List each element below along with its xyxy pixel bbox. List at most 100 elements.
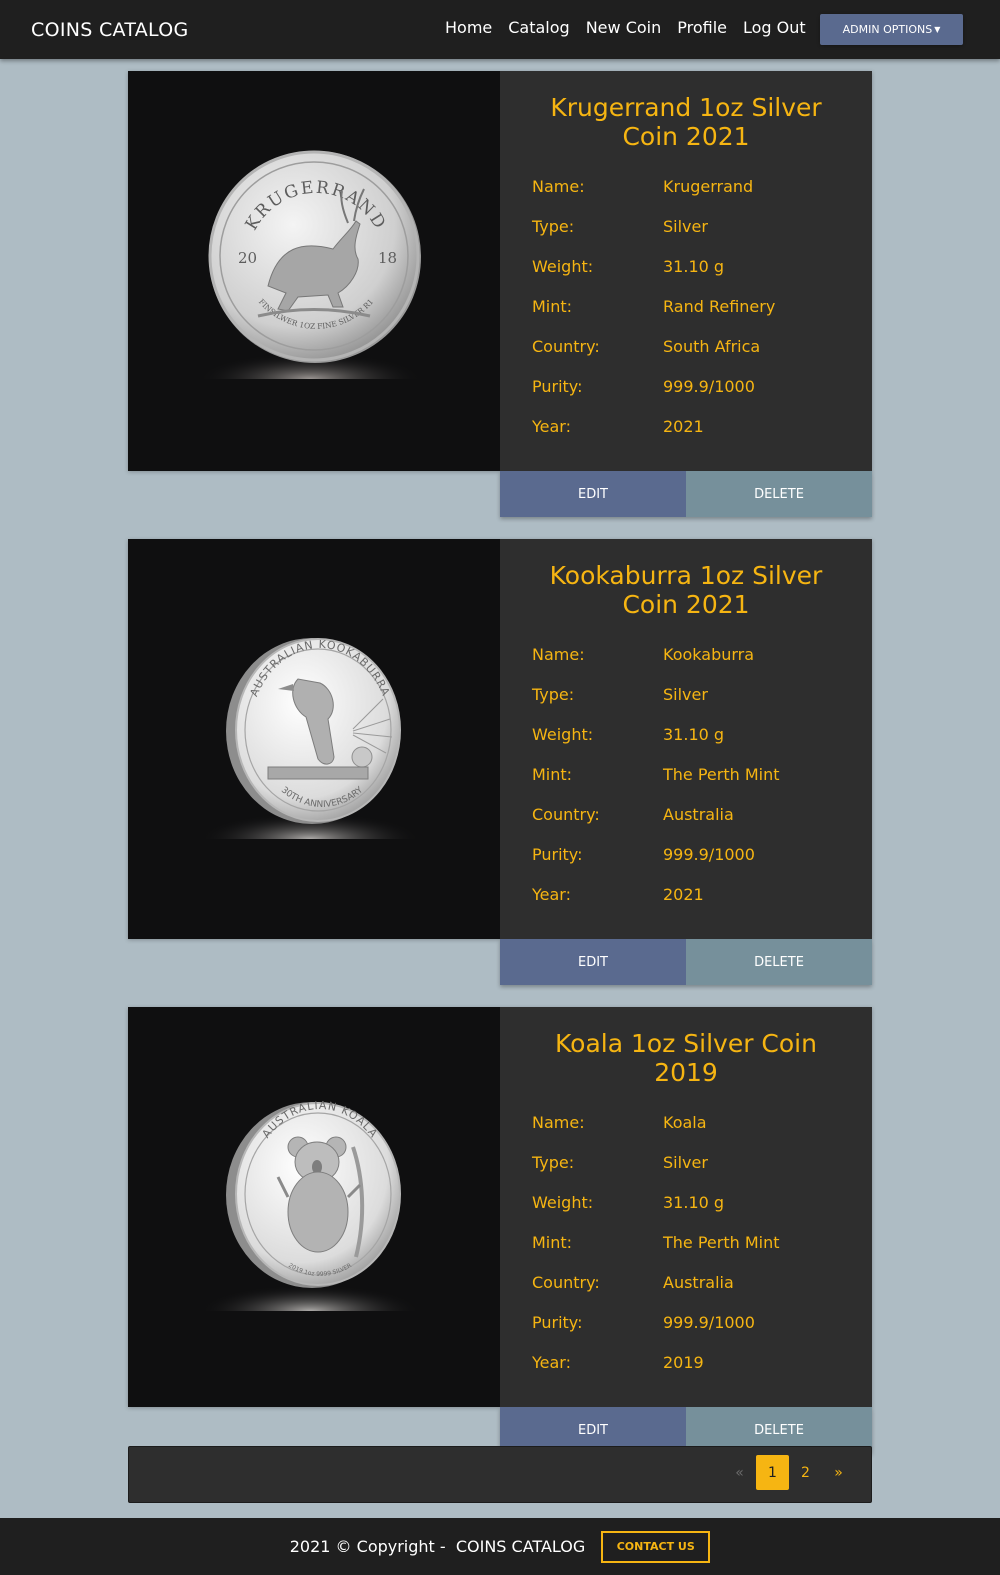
coin-title: Kookaburra 1oz Silver Coin 2021: [549, 561, 823, 619]
info-label: Type:: [532, 217, 575, 236]
info-row-mint: Mint: Rand Refinery: [524, 297, 848, 337]
coin-title: Krugerrand 1oz Silver Coin 2021: [550, 93, 822, 151]
info-label: Mint:: [532, 297, 573, 316]
delete-button[interactable]: DELETE: [686, 939, 872, 985]
info-value-weight: 31.10 g: [663, 257, 725, 276]
coin-image: AUSTRALIAN KOOKABURRA 30TH ANNIVERSARY: [128, 539, 500, 939]
coin-left-inscription: 20: [238, 249, 257, 267]
admin-options-button[interactable]: ADMIN OPTIONS ▼: [820, 14, 963, 45]
nav-link-new-coin[interactable]: New Coin: [586, 18, 662, 37]
footer-copyright: 2021 © Copyright - COINS CATALOG: [289, 1537, 586, 1556]
coin-card: AUSTRALIAN KOOKABURRA 30TH ANNIVERSARY K…: [128, 539, 872, 985]
card-actions: EDIT DELETE: [500, 939, 872, 985]
info-value-purity: 999.9/1000: [663, 845, 755, 864]
info-label: Name:: [532, 645, 585, 664]
card-actions: EDIT DELETE: [500, 471, 872, 517]
info-label: Mint:: [532, 765, 573, 784]
nav-link-catalog[interactable]: Catalog: [508, 18, 569, 37]
info-value-mint: The Perth Mint: [663, 765, 780, 784]
info-row-year: Year: 2021: [524, 417, 848, 457]
info-label: Name:: [532, 1113, 585, 1132]
coin-image: AUSTRALIAN KOALA 2019 1oz 9999 SILVER: [128, 1007, 500, 1407]
admin-options-label: ADMIN OPTIONS: [842, 23, 933, 36]
info-row-name: Name: Krugerrand: [524, 177, 848, 217]
info-value-country: South Africa: [663, 337, 761, 356]
kookaburra-coin-image: AUSTRALIAN KOOKABURRA 30TH ANNIVERSARY: [188, 638, 448, 879]
caret-down-icon: ▼: [934, 25, 941, 34]
info-value-name: Kookaburra: [663, 645, 755, 664]
info-value-weight: 31.10 g: [663, 1193, 725, 1212]
pagination: « 1 2 »: [723, 1455, 855, 1490]
nav-link-home[interactable]: Home: [445, 18, 492, 37]
edit-button[interactable]: EDIT: [500, 471, 686, 517]
info-value-name: Koala: [663, 1113, 707, 1132]
info-row-purity: Purity: 999.9/1000: [524, 377, 848, 417]
info-label: Name:: [532, 177, 585, 196]
coin-info-panel: Krugerrand 1oz Silver Coin 2021 Name: Kru…: [500, 71, 872, 471]
footer: 2021 © Copyright - COINS CATALOG CONTACT…: [0, 1518, 1000, 1575]
info-label: Purity:: [532, 377, 583, 396]
coin-info-panel: Koala 1oz Silver Coin 2019 Name: Koala Ty…: [500, 1007, 872, 1407]
info-value-mint: The Perth Mint: [663, 1233, 780, 1252]
info-row-weight: Weight: 31.10 g: [524, 725, 848, 765]
info-row-mint: Mint: The Perth Mint: [524, 765, 848, 805]
delete-button[interactable]: DELETE: [686, 471, 872, 517]
coin-card: KRUGERRAND 20 18 FINSILWER 1OZ FINE SILV…: [128, 71, 872, 517]
info-label: Mint:: [532, 1233, 573, 1252]
info-label: Type:: [532, 1153, 575, 1172]
info-label: Weight:: [532, 1193, 594, 1212]
pagination-page-1[interactable]: 1: [756, 1455, 789, 1490]
edit-button[interactable]: EDIT: [500, 939, 686, 985]
info-row-type: Type: Silver: [524, 217, 848, 257]
info-row-type: Type: Silver: [524, 685, 848, 725]
info-value-year: 2019: [663, 1353, 704, 1372]
info-label: Purity:: [532, 1313, 583, 1332]
info-label: Purity:: [532, 845, 583, 864]
contact-us-button[interactable]: CONTACT US: [601, 1530, 711, 1563]
koala-coin-image: AUSTRALIAN KOALA 2019 1oz 9999 SILVER: [188, 1099, 448, 1351]
info-label: Country:: [532, 805, 600, 824]
info-value-year: 2021: [663, 885, 704, 904]
nav-link-profile[interactable]: Profile: [677, 18, 727, 37]
info-label: Year:: [532, 1353, 571, 1372]
info-row-name: Name: Kookaburra: [524, 645, 848, 685]
info-label: Weight:: [532, 725, 594, 744]
coin-info-panel: Kookaburra 1oz Silver Coin 2021 Name: Koo…: [500, 539, 872, 939]
info-value-country: Australia: [663, 805, 734, 824]
coin-title: Koala 1oz Silver Coin 2019: [555, 1029, 817, 1087]
pagination-next[interactable]: »: [822, 1455, 855, 1490]
info-value-purity: 999.9/1000: [663, 1313, 755, 1332]
info-value-country: Australia: [663, 1273, 734, 1292]
info-label: Weight:: [532, 257, 594, 276]
pagination-prev[interactable]: «: [723, 1455, 756, 1490]
info-row-year: Year: 2021: [524, 885, 848, 925]
info-row-weight: Weight: 31.10 g: [524, 1193, 848, 1233]
pagination-bar: « 1 2 »: [128, 1446, 872, 1503]
nav-link-log-out[interactable]: Log Out: [743, 18, 806, 37]
info-label: Type:: [532, 685, 575, 704]
info-row-weight: Weight: 31.10 g: [524, 257, 848, 297]
coin-right-inscription: 18: [378, 249, 397, 267]
info-label: Country:: [532, 1273, 600, 1292]
info-value-name: Krugerrand: [663, 177, 754, 196]
info-row-type: Type: Silver: [524, 1153, 848, 1193]
info-row-purity: Purity: 999.9/1000: [524, 845, 848, 885]
info-row-country: Country: Australia: [524, 1273, 848, 1313]
info-row-country: Country: South Africa: [524, 337, 848, 377]
info-value-weight: 31.10 g: [663, 725, 725, 744]
info-value-year: 2021: [663, 417, 704, 436]
info-label: Year:: [532, 417, 571, 436]
krugerrand-coin-image: KRUGERRAND 20 18 FINSILWER 1OZ FINE SILV…: [188, 150, 448, 419]
info-value-type: Silver: [663, 685, 708, 704]
info-value-type: Silver: [663, 1153, 708, 1172]
info-row-year: Year: 2019: [524, 1353, 848, 1393]
coin-card: AUSTRALIAN KOALA 2019 1oz 9999 SILVER Ko…: [128, 1007, 872, 1453]
nav-links: Home Catalog New Coin Profile Log Out: [445, 18, 822, 37]
info-value-type: Silver: [663, 217, 708, 236]
info-row-mint: Mint: The Perth Mint: [524, 1233, 848, 1273]
info-row-name: Name: Koala: [524, 1113, 848, 1153]
info-label: Year:: [532, 885, 571, 904]
pagination-page-2[interactable]: 2: [789, 1455, 822, 1490]
brand-link[interactable]: COINS CATALOG: [31, 19, 189, 41]
info-value-purity: 999.9/1000: [663, 377, 755, 396]
